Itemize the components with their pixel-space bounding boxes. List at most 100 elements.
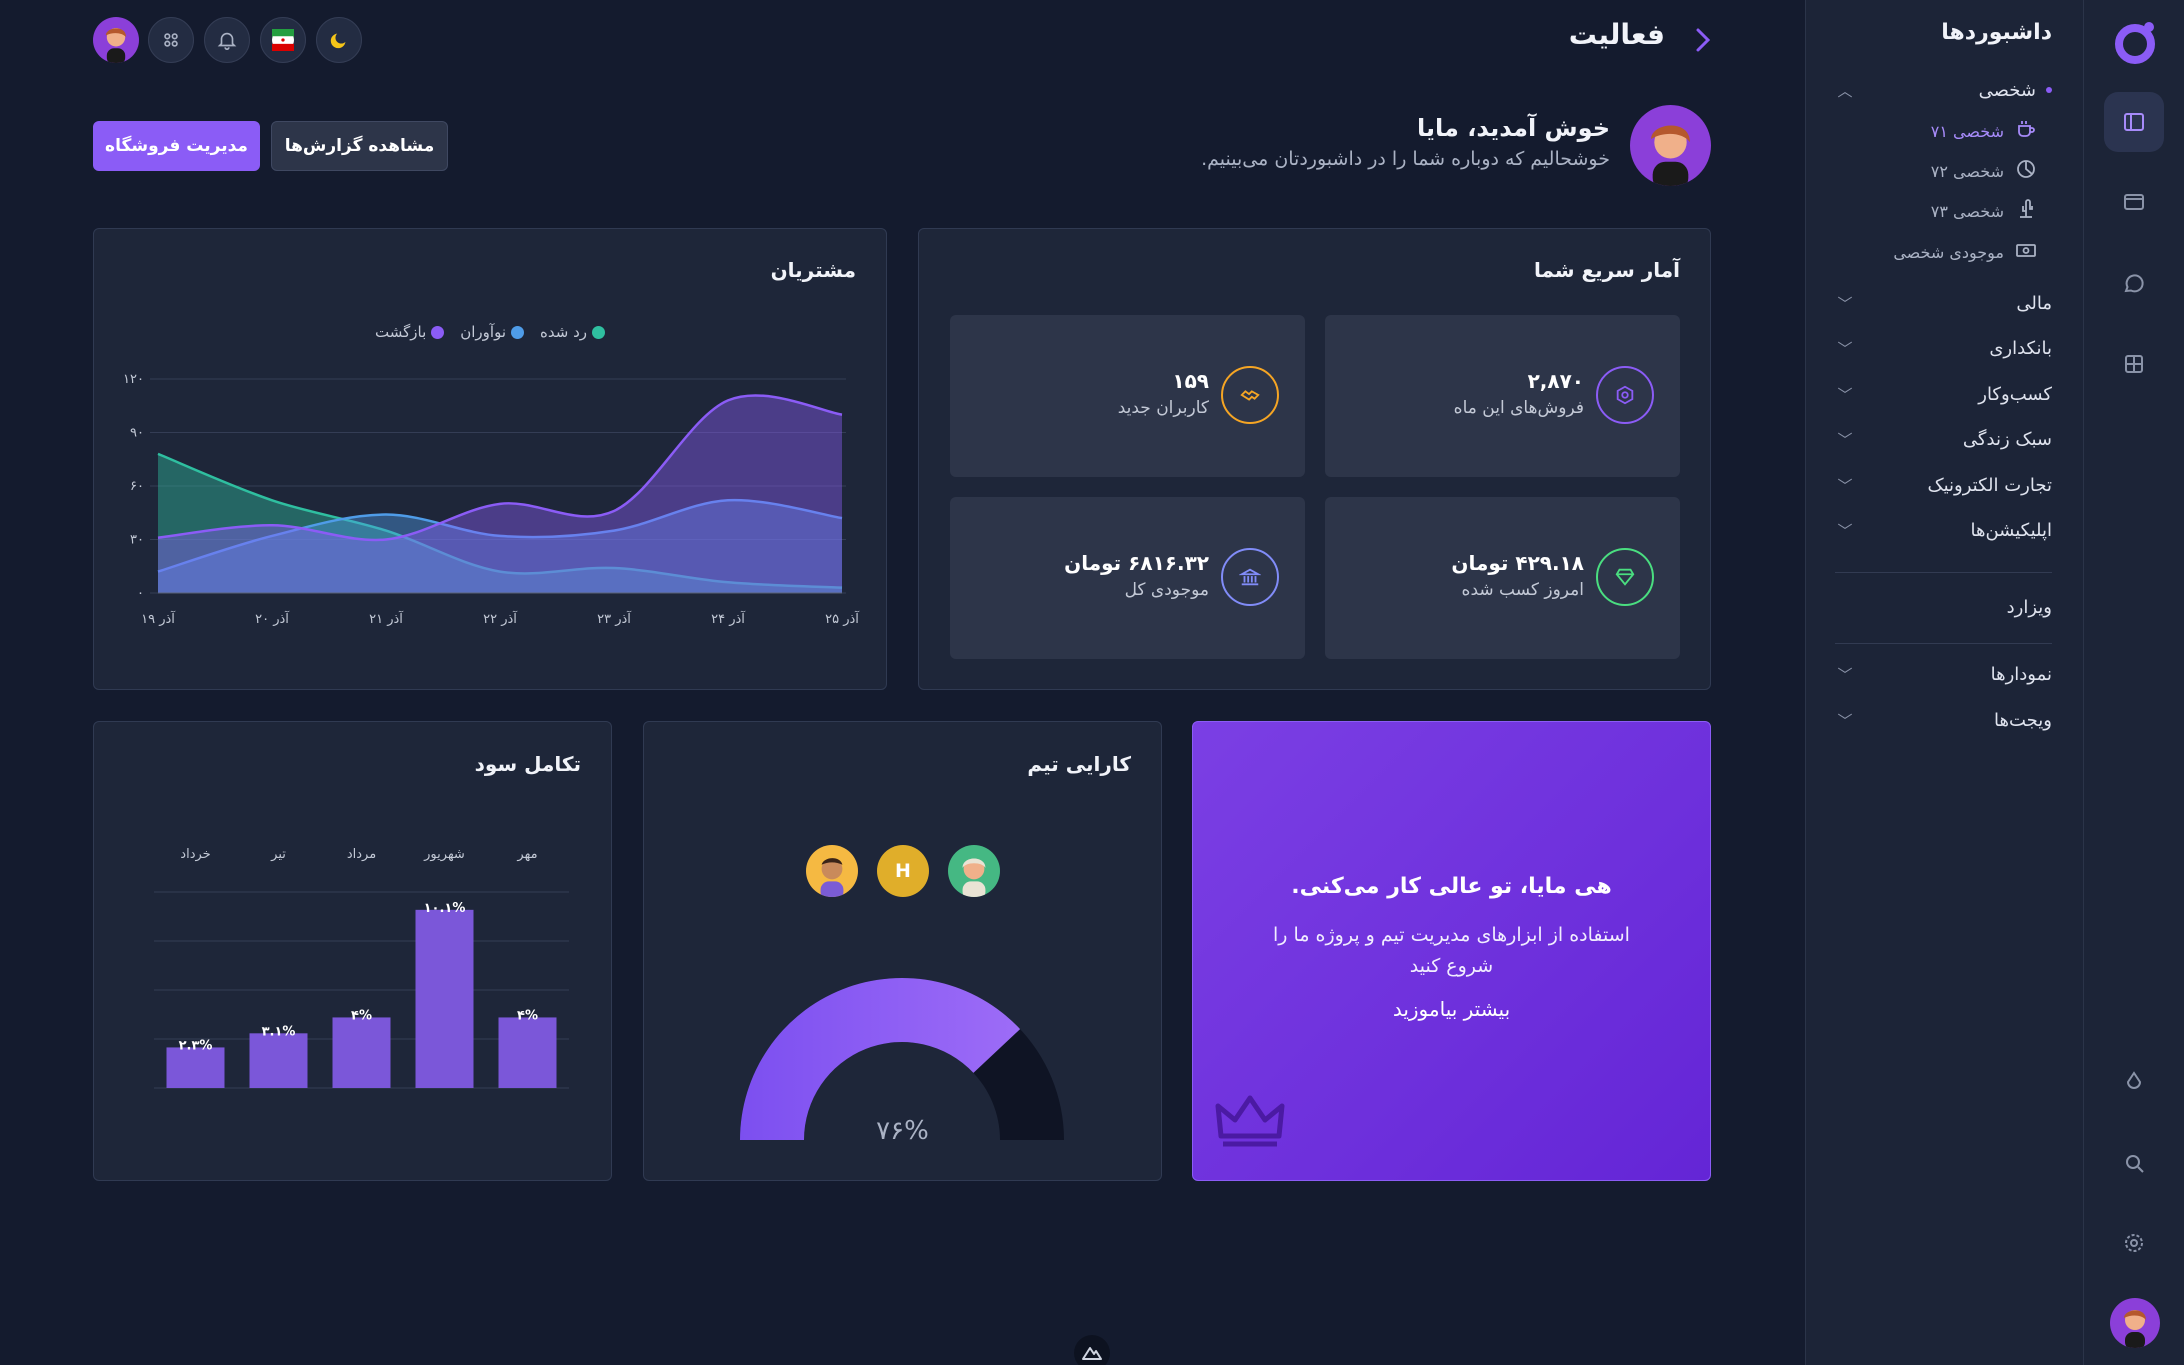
x-tick-label: آذر ۲۴ [711, 610, 746, 627]
grid-icon[interactable] [2104, 334, 2164, 394]
sidebar-item-banking[interactable]: بانکداری ﹀ [1835, 328, 2052, 368]
welcome-subtitle: خوشحالیم که دوباره شما را در داشبوردتان … [1201, 148, 1610, 170]
learn-more-link[interactable]: بیشتر بیاموزید [1193, 997, 1710, 1021]
sidebar-item-label: نمودارها [1990, 663, 2052, 685]
cactus-icon [2014, 197, 2038, 225]
sidebar-item-label: اپلیکیشن‌ها [1970, 519, 2052, 541]
user-avatar[interactable] [2110, 1298, 2160, 1348]
sidebar-subitem-personal-balance[interactable]: موجودی شخصی [1893, 234, 2038, 270]
x-tick-label: آذر ۱۹ [141, 610, 176, 627]
sidebar-item-label: شخصی [1978, 79, 2036, 101]
sidebar-item-label: ویجت‌ها [1994, 709, 2052, 731]
y-tick-label: ۳۰ [130, 533, 144, 548]
dashboard-icon[interactable] [2104, 92, 2164, 152]
stat-sales-month: ۲,۸۷۰ فروش‌های این ماه [1325, 315, 1680, 477]
x-category-label: تیر [270, 847, 286, 862]
y-tick-label: ۰ [137, 586, 144, 601]
x-category-label: خرداد [180, 847, 210, 862]
bar-value-label: ۲.۳% [179, 1038, 213, 1053]
sidebar-subitem-personal-71[interactable]: شخصی ۷۱ [1931, 113, 2038, 149]
y-tick-label: ۶۰ [130, 479, 144, 494]
sidebar-subitem-label: موجودی شخصی [1893, 242, 2004, 262]
sidebar-subitem-label: شخصی ۷۲ [1930, 161, 2004, 181]
chart-legend: رد شده نوآوران بازگشت [94, 323, 886, 341]
chat-icon[interactable] [2104, 253, 2164, 313]
sidebar-item-apps[interactable]: اپلیکیشن‌ها ﹀ [1835, 510, 2052, 550]
stat-value: ۶۸۱۶.۳۲ تومان [1064, 551, 1209, 575]
stat-value: ۱۵۹ [1172, 369, 1209, 393]
gauge-percent: ۷۶% [876, 1116, 929, 1146]
team-title: کارایی تیم [1027, 752, 1131, 776]
bar-value-label: ۱۰.۱% [424, 901, 466, 916]
bar-value-label: ۴% [351, 1008, 372, 1023]
active-dot [2046, 87, 2052, 93]
view-reports-button[interactable]: مشاهده گزارش‌ها [271, 121, 448, 171]
icon-rail [2083, 0, 2184, 1365]
chevron-down-icon: ﹀ [1837, 294, 1853, 313]
sidebar-divider [1835, 572, 2052, 573]
theme-toggle-moon-icon[interactable] [316, 17, 362, 63]
welcome-avatar [1630, 105, 1711, 186]
sidebar-subitem-personal-73[interactable]: شخصی ۷۳ [1931, 193, 2038, 229]
sidebar-item-ecommerce[interactable]: تجارت الکترونیک ﹀ [1835, 465, 2052, 505]
profit-bar [498, 1017, 557, 1088]
customers-title: مشتریان [770, 258, 856, 282]
sidebar-subitem-personal-72[interactable]: شخصی ۷۲ [1931, 153, 2038, 189]
team-member-avatar[interactable] [806, 845, 858, 897]
profit-bar [332, 1017, 391, 1088]
quick-stats-card: آمار سریع شما ۲,۸۷۰ فروش‌های این ماه ۱۵۹… [918, 228, 1711, 690]
profit-card: تکامل سود مهر ۴% شهریور ۱۰.۱% مرداد ۴% تیر ۳.۱%… [93, 721, 612, 1181]
sidebar-item-finance[interactable]: مالی ﹀ [1835, 283, 2052, 323]
page-title: فعالیت [1568, 18, 1665, 51]
profit-bar [415, 909, 474, 1088]
language-flag-icon[interactable] [260, 17, 306, 63]
x-category-label: مهر [516, 847, 537, 862]
stat-label: امروز کسب شده [1461, 580, 1584, 600]
sidebar-item-wizard[interactable]: ویزارد [1835, 587, 2052, 627]
search-icon[interactable] [2104, 1133, 2164, 1193]
bell-icon[interactable] [204, 17, 250, 63]
logo-icon [2111, 17, 2159, 65]
sidebar-item-personal[interactable]: شخصی ︿ [1835, 70, 2052, 110]
sidebar-item-label: کسب‌وکار [1978, 383, 2052, 405]
window-icon[interactable] [2104, 172, 2164, 232]
crown-icon [1215, 1094, 1285, 1148]
settings-icon[interactable] [2104, 1213, 2164, 1273]
customers-card: مشتریان رد شده نوآوران بازگشت ۰ ۳۰ ۶۰ ۹۰ ۱۲۰… [93, 228, 887, 690]
topbar-avatar[interactable] [93, 17, 139, 63]
sidebar-item-lifestyle[interactable]: سبک زندگی ﹀ [1835, 419, 2052, 459]
x-tick-label: آذر ۲۱ [369, 610, 404, 627]
sidebar-item-business[interactable]: کسب‌وکار ﹀ [1835, 374, 2052, 414]
x-tick-label: آذر ۲۵ [825, 610, 860, 627]
sidebar-subitem-label: شخصی ۷۳ [1930, 201, 2004, 221]
chevron-down-icon: ﹀ [1837, 521, 1853, 540]
manage-store-button[interactable]: مدیریت فروشگاه [93, 121, 260, 171]
stat-label: موجودی کل [1124, 580, 1209, 600]
sidebar-item-widgets[interactable]: ویجت‌ها ﹀ [1835, 700, 2052, 740]
sidebar-item-label: سبک زندگی [1962, 428, 2052, 450]
legend-item[interactable]: نوآوران [460, 323, 525, 341]
sidebar-item-label: بانکداری [1989, 337, 2052, 359]
sidebar-subitem-label: شخصی ۷۱ [1930, 121, 2004, 141]
sidebar-item-charts[interactable]: نمودارها ﹀ [1835, 654, 2052, 694]
x-category-label: شهریور [423, 847, 465, 862]
sidebar-divider [1835, 643, 2052, 644]
customers-area-chart: ۰ ۳۰ ۶۰ ۹۰ ۱۲۰ آذر ۱۹ آذر ۲۰ آذر ۲۱ آذر ۲۲ آذر ۲۳… [123, 372, 860, 627]
promo-text: استفاده از ابزارهای مدیریت تیم و پروژه م… [1273, 924, 1630, 977]
team-member-avatar[interactable] [948, 845, 1000, 897]
chevron-up-icon: ︿ [1837, 81, 1853, 100]
chevron-down-icon: ﹀ [1837, 339, 1853, 358]
drop-icon[interactable] [2104, 1052, 2164, 1112]
chevron-down-icon: ﹀ [1837, 430, 1853, 449]
x-tick-label: آذر ۲۳ [597, 610, 632, 627]
y-tick-label: ۹۰ [130, 426, 144, 441]
legend-item[interactable]: رد شده [540, 323, 606, 341]
team-member-initial[interactable]: H [877, 845, 929, 897]
legend-item[interactable]: بازگشت [375, 323, 445, 341]
chevron-down-icon: ﹀ [1837, 385, 1853, 404]
bar-value-label: ۴% [517, 1008, 538, 1023]
chevron-right-icon[interactable] [1690, 24, 1714, 56]
apps-grid-icon[interactable] [148, 17, 194, 63]
nuxt-badge-icon[interactable] [1074, 1335, 1110, 1365]
quick-stats-title: آمار سریع شما [1533, 258, 1680, 282]
